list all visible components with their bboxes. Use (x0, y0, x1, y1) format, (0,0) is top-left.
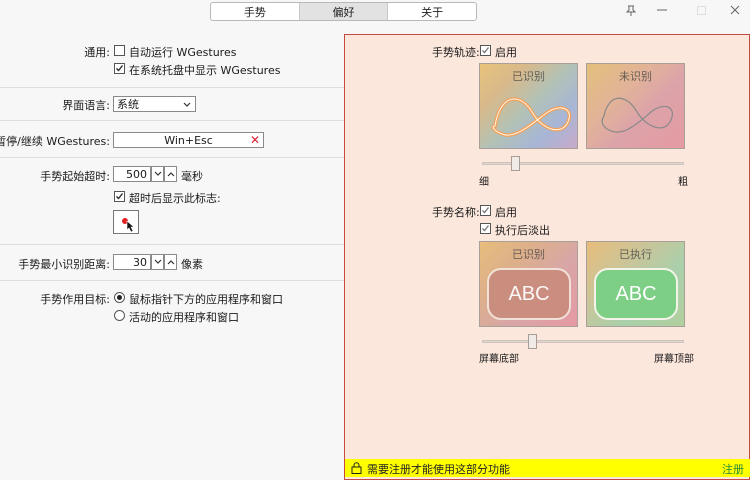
trail-label: 手势轨迹: (432, 46, 480, 59)
target-label: 手势作用目标: (40, 293, 110, 306)
name-preview-executed: 已执行 ABC (586, 241, 685, 327)
chevron-down-icon (183, 102, 191, 107)
tab-preferences[interactable]: 偏好 (298, 3, 388, 20)
check-icon (116, 193, 124, 200)
target-option-active: 活动的应用程序和窗口 (129, 311, 239, 324)
min-distance-unit: 像素 (181, 258, 203, 271)
timeout-decrement-button[interactable] (151, 166, 164, 182)
show-marker-checkbox[interactable] (114, 191, 125, 202)
pin-icon (626, 5, 636, 16)
check-icon (482, 47, 490, 54)
autorun-checkbox[interactable] (114, 45, 125, 56)
trail-enable-checkbox[interactable] (480, 45, 491, 56)
name-position-slider-thumb[interactable] (528, 334, 537, 349)
show-marker-label: 超时后显示此标志: (129, 192, 221, 205)
divider (0, 157, 344, 158)
chevron-down-icon (154, 171, 161, 176)
target-option-under-cursor: 鼠标指针下方的应用程序和窗口 (129, 293, 283, 306)
divider (0, 120, 344, 121)
red-dot-cursor-icon (122, 218, 135, 233)
min-distance-label: 手势最小识别距离: (18, 258, 110, 271)
chevron-down-icon (154, 259, 161, 264)
target-radio-under-cursor[interactable] (114, 292, 125, 303)
pause-hotkey-input[interactable]: Win+Esc ✕ (113, 132, 264, 148)
maximize-icon (696, 5, 706, 15)
screen-top-label: 屏幕顶部 (654, 354, 694, 365)
abc-badge-recognized: ABC (487, 268, 571, 320)
radio-dot (117, 295, 122, 300)
language-select[interactable]: 系统 (113, 96, 196, 112)
lock-icon (351, 462, 362, 474)
close-button[interactable] (722, 2, 748, 18)
infinity-trail-icon (601, 97, 673, 133)
marker-picker-button[interactable] (113, 210, 139, 234)
timeout-input[interactable]: 500 (113, 166, 151, 182)
registration-notice-bar: 需要注册才能使用这部分功能 注册 (345, 459, 750, 477)
language-value: 系统 (117, 98, 139, 111)
divider (0, 244, 344, 245)
min-distance-decrement-button[interactable] (151, 254, 164, 270)
infinity-trail-icon (491, 97, 572, 137)
divider (0, 87, 344, 88)
preview-title: 已识别 (512, 248, 545, 261)
language-label: 界面语言: (62, 99, 110, 112)
name-label: 手势名称: (432, 206, 480, 219)
minimize-icon (657, 9, 667, 11)
pause-label: 暂停/继续 WGestures: (0, 135, 110, 148)
name-enable-checkbox[interactable] (480, 205, 491, 216)
pause-hotkey-value: Win+Esc (164, 133, 213, 147)
fade-checkbox[interactable] (480, 223, 491, 234)
timeout-unit: 毫秒 (181, 170, 203, 183)
maximize-button[interactable] (688, 2, 714, 18)
pin-button[interactable] (618, 2, 644, 18)
timeout-value: 500 (126, 167, 147, 181)
divider (0, 280, 344, 281)
trail-width-slider-thumb[interactable] (511, 156, 520, 171)
fade-label: 执行后淡出 (495, 224, 550, 237)
min-distance-input[interactable]: 30 (113, 254, 151, 270)
chevron-up-icon (167, 172, 174, 177)
timeout-increment-button[interactable] (164, 166, 177, 182)
check-icon (482, 207, 490, 214)
trail-enable-label: 启用 (495, 46, 517, 59)
preview-title: 已执行 (619, 248, 652, 261)
check-icon (482, 225, 490, 232)
chevron-up-icon (167, 260, 174, 265)
general-label: 通用: (84, 46, 110, 59)
target-radio-active[interactable] (114, 310, 125, 321)
preferences-tab-bar: 手势 偏好 关于 (210, 2, 477, 21)
clear-hotkey-icon[interactable]: ✕ (250, 134, 260, 146)
timeout-label: 手势起始超时: (40, 170, 110, 183)
tab-gestures[interactable]: 手势 (211, 3, 299, 20)
tray-label: 在系统托盘中显示 WGestures (129, 64, 281, 77)
close-icon (730, 5, 740, 15)
min-distance-value: 30 (133, 255, 147, 269)
autorun-label: 自动运行 WGestures (129, 46, 237, 59)
trail-preview-recognized: 已识别 (479, 63, 578, 149)
name-preview-recognized: 已识别 ABC (479, 241, 578, 327)
trail-preview-unrecognized: 未识别 (586, 63, 685, 149)
registration-message: 需要注册才能使用这部分功能 (367, 463, 510, 476)
thin-label: 细 (479, 177, 489, 188)
min-distance-increment-button[interactable] (164, 254, 177, 270)
tray-checkbox[interactable] (114, 63, 125, 74)
abc-badge-executed: ABC (594, 268, 678, 320)
name-position-slider-track[interactable] (482, 340, 684, 343)
tab-about[interactable]: 关于 (387, 3, 476, 20)
minimize-button[interactable] (649, 2, 675, 18)
check-icon (116, 65, 124, 72)
register-link[interactable]: 注册 (722, 461, 744, 477)
thick-label: 粗 (678, 177, 688, 188)
screen-bottom-label: 屏幕底部 (479, 354, 519, 365)
name-enable-label: 启用 (495, 206, 517, 219)
